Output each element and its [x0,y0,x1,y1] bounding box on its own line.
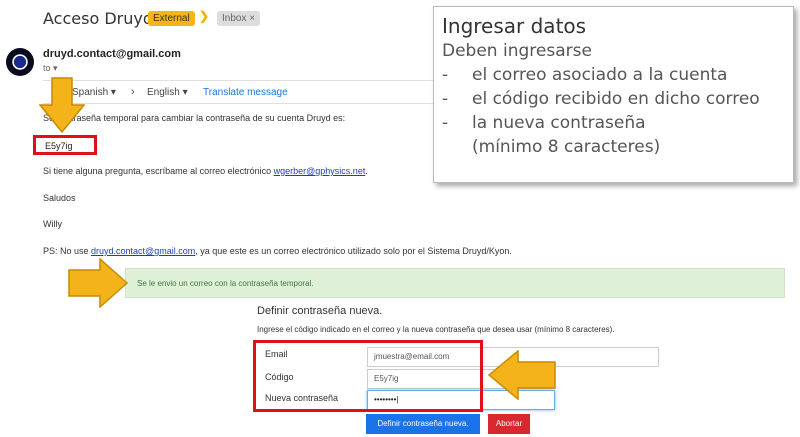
bullet-dash: - [442,65,449,85]
body-line-temp-password: Su contraseña temporal para cambiar la c… [43,113,346,123]
ps-email-link[interactable]: druyd.contact@gmail.com [91,246,195,256]
highlight-labels-box [253,340,483,412]
panel-item-text: el correo asociado a la cuenta [472,65,728,85]
left-arrow-icon [488,350,556,400]
sender-email: druyd.contact@gmail.com [43,48,181,60]
define-password-button[interactable]: Definir contraseña nueva. [366,414,480,434]
panel-title: Ingresar datos [442,14,587,38]
panel-item-text: (mínimo 8 caracteres) [472,137,661,157]
success-alert: Se le envio un correo con la contraseña … [125,268,785,298]
body-saludos: Saludos [43,193,76,203]
translate-bar: Spanish ▾ › English ▾ Translate message [43,80,433,104]
panel-item: - el código recibido en dicho correo [442,87,793,111]
panel-item: - la nueva contraseña [442,111,793,135]
recipients-toggle[interactable]: to ▾ [43,63,58,74]
temporary-code: E5y7ig [33,135,97,155]
ps-text: PS: No use [43,246,92,256]
body-line-questions: Si tiene alguna pregunta, escríbame al c… [43,166,368,176]
importance-marker-icon[interactable]: ❯ [199,9,209,23]
panel-item-text: la nueva contraseña [472,113,646,133]
ps-suffix: , ya que este es un correo electrónico u… [195,246,512,256]
external-badge: External [148,11,195,26]
translate-arrow-icon: › [131,86,135,98]
panel-item: (mínimo 8 caracteres) [442,135,793,159]
form-title: Definir contraseña nueva. [257,305,383,317]
right-arrow-icon [68,258,128,308]
translate-message-link[interactable]: Translate message [203,87,288,98]
panel-item-text: el código recibido en dicho correo [472,89,760,109]
instructions-panel: Ingresar datos Deben ingresarse - el corr… [433,6,794,183]
questions-text: Si tiene alguna pregunta, escríbame al c… [43,166,274,176]
inbox-label[interactable]: Inbox × [217,11,261,26]
panel-subtitle: Deben ingresarse [442,41,592,61]
target-language-select[interactable]: English ▾ [147,87,188,98]
body-signature: Willy [43,219,62,229]
form-instructions: Ingrese el código indicado en el correo … [257,325,615,334]
down-arrow-icon [39,77,85,133]
panel-item: - el correo asociado a la cuenta [442,63,793,87]
bullet-dash: - [442,113,449,133]
email-subject: Acceso Druyd [43,9,153,28]
sender-avatar [6,48,34,76]
support-email-link[interactable]: wgerber@gphysics.net [274,166,366,176]
abort-button[interactable]: Abortar [488,414,530,434]
body-ps: PS: No use druyd.contact@gmail.com, ya q… [43,246,512,256]
questions-suffix: . [365,166,368,176]
bullet-dash: - [442,89,449,109]
